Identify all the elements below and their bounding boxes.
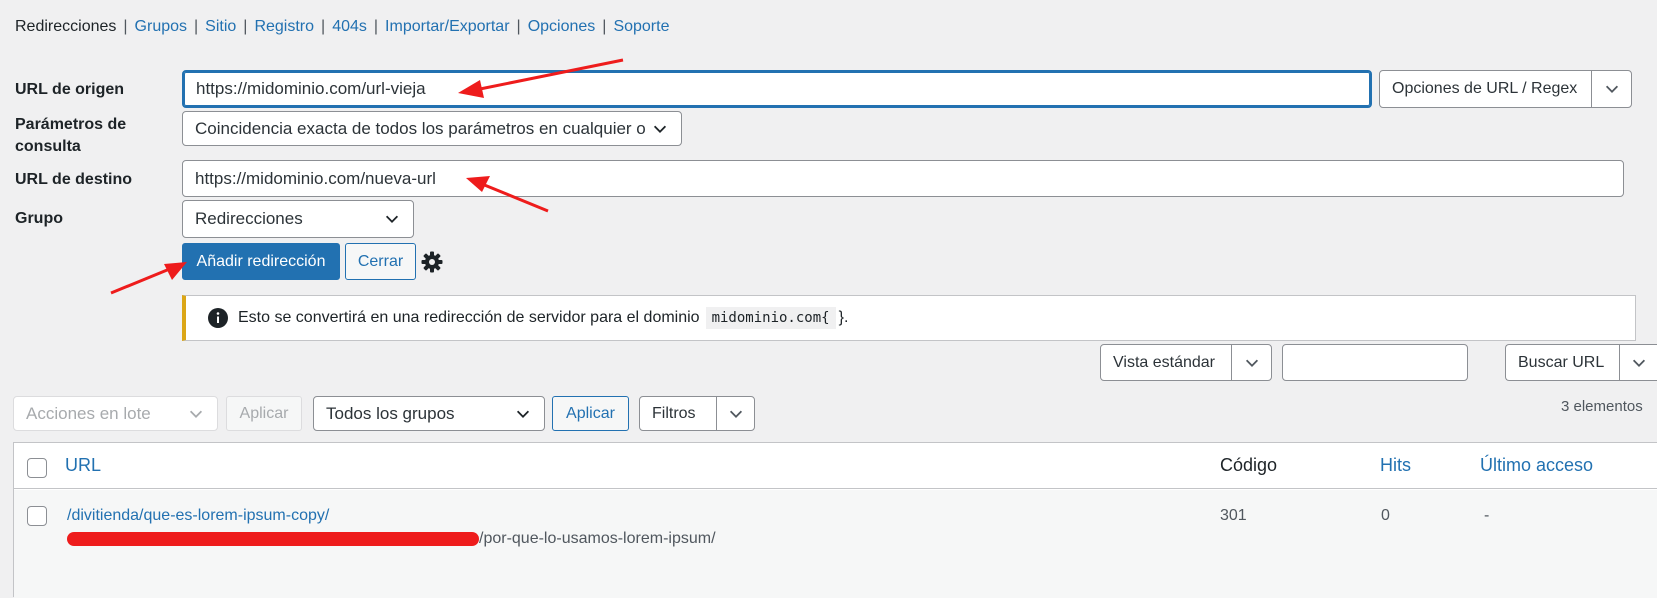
group-label: Grupo bbox=[15, 210, 63, 227]
row-target-url: /por-que-lo-usamos-lorem-ipsum/ bbox=[67, 530, 716, 548]
chevron-down-icon bbox=[1245, 359, 1258, 367]
url-options-label: Opciones de URL / Regex bbox=[1392, 80, 1578, 97]
view-select-value: Vista estándar bbox=[1113, 353, 1215, 371]
row-checkbox[interactable] bbox=[27, 506, 47, 526]
search-url-value: Buscar URL bbox=[1518, 353, 1605, 371]
subnav-separator: | bbox=[373, 18, 379, 35]
row-code: 301 bbox=[1220, 507, 1247, 524]
subnav-link-opciones[interactable]: Opciones bbox=[528, 18, 596, 35]
subnav-current: Redirecciones bbox=[15, 18, 117, 35]
subnav-link-sitio[interactable]: Sitio bbox=[205, 18, 236, 35]
column-last-access[interactable]: Último acceso bbox=[1480, 455, 1593, 476]
source-url-label: URL de origen bbox=[15, 81, 125, 98]
groups-filter-select[interactable]: Todos los grupos bbox=[313, 396, 545, 431]
row-target-suffix: /por-que-lo-usamos-lorem-ipsum/ bbox=[479, 530, 716, 547]
row-source-url[interactable]: /divitienda/que-es-lorem-ipsum-copy/ bbox=[67, 507, 329, 525]
target-url-label: URL de destino bbox=[15, 171, 133, 188]
chevron-down-icon bbox=[729, 410, 742, 418]
server-redirect-notice: Esto se convertirá en una redirección de… bbox=[182, 295, 1636, 341]
subnav-link-importar-exportar[interactable]: Importar/Exportar bbox=[385, 18, 509, 35]
redirects-table: URL Código Hits Último acceso /divitiend… bbox=[13, 442, 1657, 598]
table-row: /divitienda/que-es-lorem-ipsum-copy/ /po… bbox=[14, 490, 1657, 598]
arrow-add-button bbox=[110, 266, 173, 295]
close-button[interactable]: Cerrar bbox=[345, 243, 416, 280]
select-all-checkbox[interactable] bbox=[27, 458, 47, 478]
subnav-separator: | bbox=[194, 18, 199, 35]
group-select[interactable]: Redirecciones bbox=[182, 200, 414, 238]
info-icon bbox=[208, 308, 228, 328]
column-code: Código bbox=[1220, 455, 1278, 475]
filters-toggle[interactable] bbox=[716, 397, 754, 430]
column-hits[interactable]: Hits bbox=[1380, 455, 1411, 476]
chevron-down-icon bbox=[385, 215, 399, 223]
notice-domain: midominio.com{ bbox=[705, 307, 836, 329]
chevron-down-icon bbox=[1605, 85, 1618, 93]
chevron-down-icon bbox=[1632, 359, 1645, 367]
subnav-separator: | bbox=[321, 18, 326, 35]
bulk-actions-value: Acciones en lote bbox=[26, 403, 151, 423]
groups-apply-button[interactable]: Aplicar bbox=[552, 396, 629, 431]
subnav-link-grupos[interactable]: Grupos bbox=[135, 18, 187, 35]
subnav-separator: | bbox=[243, 18, 248, 35]
subnav-separator: | bbox=[602, 18, 607, 35]
notice-suffix: }. bbox=[838, 309, 849, 326]
query-params-label-line1: Parámetros de bbox=[15, 116, 127, 133]
search-url-select[interactable]: Buscar URL bbox=[1505, 344, 1657, 381]
items-count: 3 elementos bbox=[1561, 398, 1643, 415]
subnav-separator: | bbox=[123, 18, 128, 35]
search-url-toggle[interactable] bbox=[1619, 345, 1657, 380]
query-params-value: Coincidencia exacta de todos los parámet… bbox=[195, 118, 646, 138]
chevron-down-icon bbox=[653, 125, 667, 133]
subnav-separator: | bbox=[516, 18, 521, 35]
chevron-down-icon bbox=[516, 410, 530, 418]
bulk-apply-button: Aplicar bbox=[226, 396, 302, 431]
add-redirect-button[interactable]: Añadir redirección bbox=[182, 243, 340, 280]
query-params-select[interactable]: Coincidencia exacta de todos los parámet… bbox=[182, 111, 682, 146]
target-url-input[interactable]: https://midominio.com/nueva-url bbox=[182, 160, 1624, 197]
subnav: Redirecciones | Grupos | Sitio | Registro | 404s… bbox=[15, 18, 669, 36]
row-last-access: - bbox=[1484, 507, 1490, 524]
redaction-mark bbox=[67, 531, 479, 546]
query-params-label: Parámetros de consulta bbox=[15, 114, 126, 158]
view-select-toggle[interactable] bbox=[1231, 345, 1271, 380]
row-hits: 0 bbox=[1381, 507, 1390, 524]
search-input[interactable] bbox=[1282, 344, 1468, 381]
source-url-input[interactable]: https://midominio.com/url-vieja bbox=[182, 70, 1372, 108]
subnav-link-registro[interactable]: Registro bbox=[254, 18, 314, 35]
table-header: URL Código Hits Último acceso bbox=[14, 443, 1657, 489]
group-select-value: Redirecciones bbox=[195, 209, 303, 228]
view-select[interactable]: Vista estándar bbox=[1100, 344, 1272, 381]
subnav-link-soporte[interactable]: Soporte bbox=[613, 18, 669, 35]
gear-icon[interactable] bbox=[420, 250, 444, 274]
notice-text: Esto se convertirá en una redirección de… bbox=[238, 309, 700, 326]
filters-value: Filtros bbox=[652, 404, 696, 422]
column-url[interactable]: URL bbox=[65, 455, 101, 476]
groups-filter-value: Todos los grupos bbox=[326, 403, 455, 423]
filters-select[interactable]: Filtros bbox=[639, 396, 755, 431]
bulk-actions-select: Acciones en lote bbox=[13, 396, 218, 431]
subnav-link-404s[interactable]: 404s bbox=[332, 18, 367, 35]
url-options-toggle[interactable] bbox=[1591, 71, 1631, 107]
chevron-down-icon bbox=[189, 410, 203, 418]
query-params-label-line2: consulta bbox=[15, 138, 81, 155]
url-options-select[interactable]: Opciones de URL / Regex bbox=[1379, 70, 1632, 108]
